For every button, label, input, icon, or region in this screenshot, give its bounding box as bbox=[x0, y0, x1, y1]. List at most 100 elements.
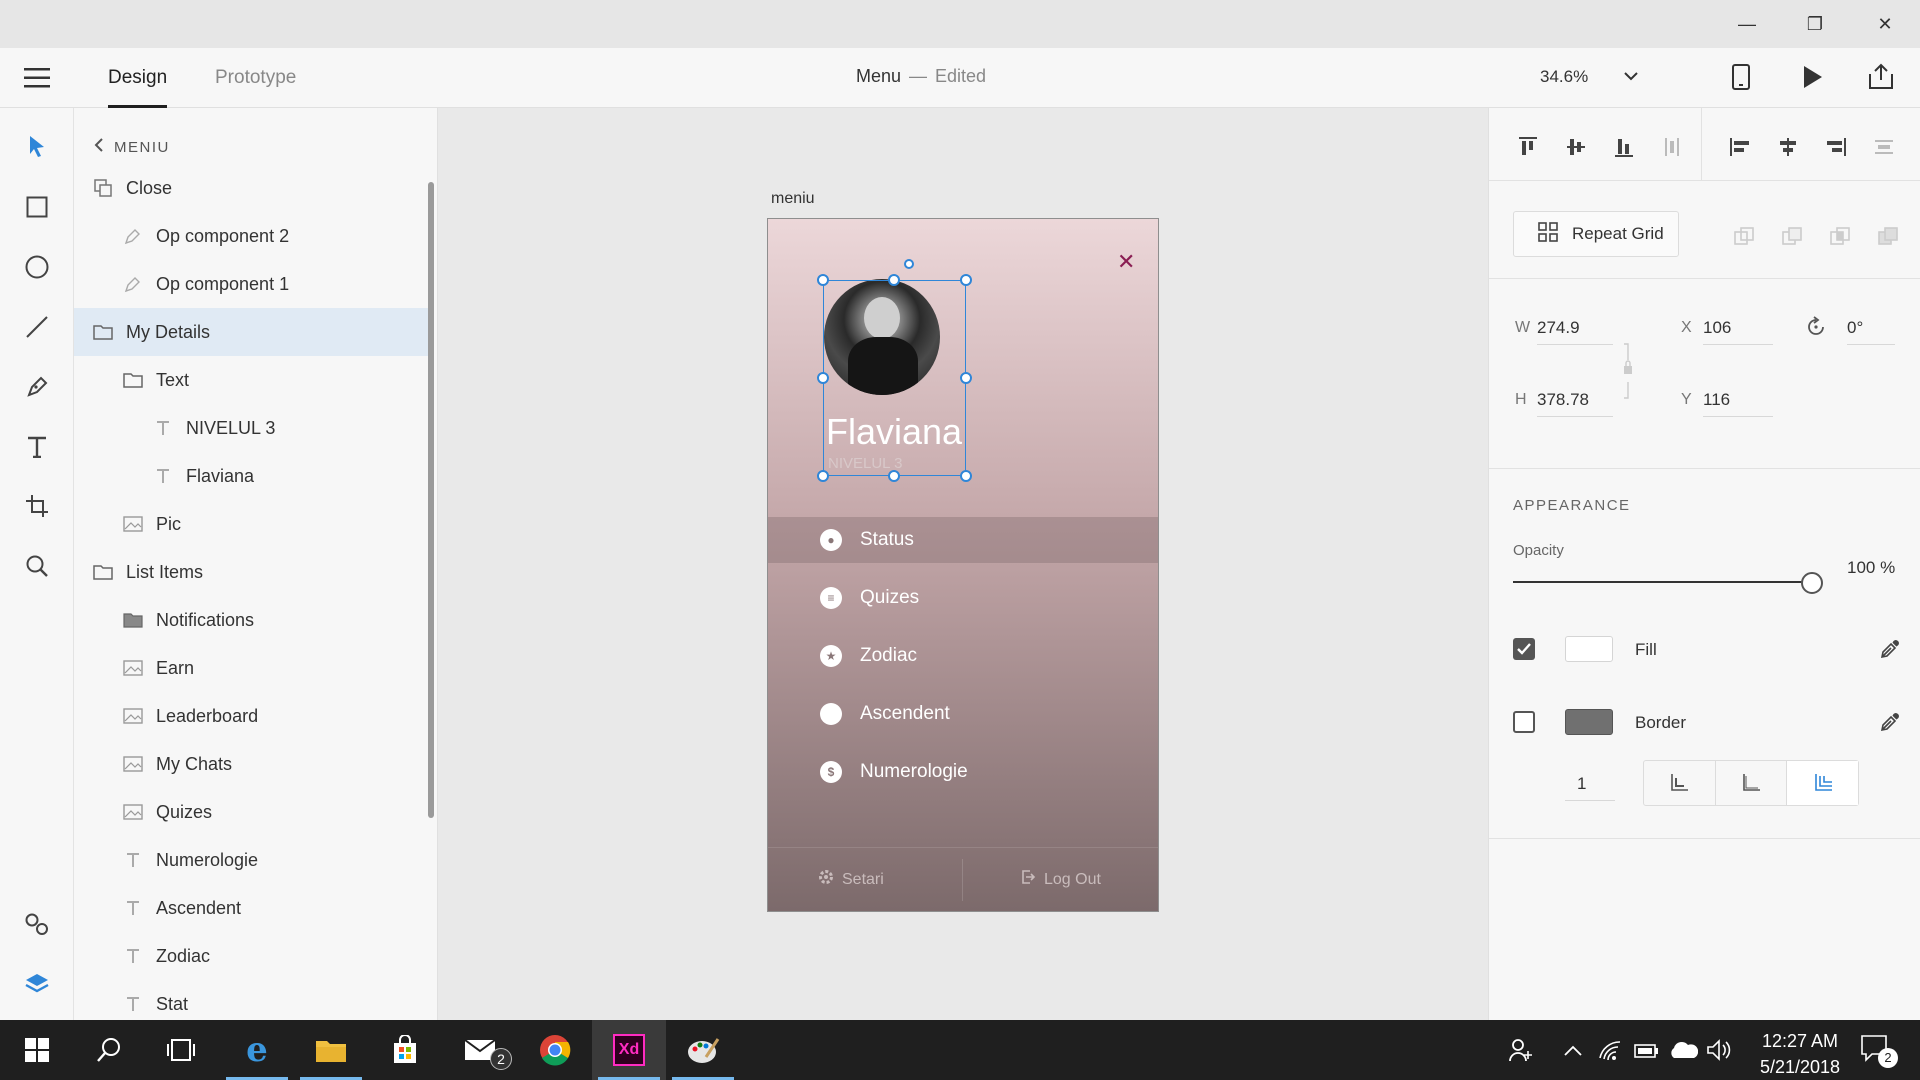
boolean-intersect-icon[interactable] bbox=[1823, 220, 1857, 254]
layer-item[interactable]: My Details bbox=[74, 308, 430, 356]
artboard-label[interactable]: meniu bbox=[771, 190, 815, 208]
battery-icon[interactable] bbox=[1634, 1042, 1660, 1065]
menu-item[interactable]: $ Numerologie bbox=[768, 749, 1158, 795]
layer-item[interactable]: Text bbox=[74, 356, 430, 404]
width-field[interactable]: 274.9 bbox=[1537, 318, 1613, 345]
search-icon[interactable] bbox=[72, 1020, 146, 1080]
align-bottom-icon[interactable] bbox=[1607, 130, 1641, 164]
border-color-swatch[interactable] bbox=[1565, 709, 1613, 735]
eyedropper-icon[interactable] bbox=[1879, 638, 1901, 665]
action-center-icon[interactable]: 2 bbox=[1860, 1034, 1898, 1068]
logout-button[interactable]: Log Out bbox=[1020, 869, 1101, 890]
layer-item[interactable]: Numerologie bbox=[74, 836, 430, 884]
layer-item[interactable]: Close bbox=[74, 164, 430, 212]
border-outer-icon[interactable] bbox=[1787, 761, 1859, 805]
clock[interactable]: 12:27 AM 5/21/2018 bbox=[1745, 1028, 1855, 1080]
select-tool-icon[interactable] bbox=[17, 126, 57, 166]
assets-icon[interactable] bbox=[17, 904, 57, 944]
layer-item[interactable]: My Chats bbox=[74, 740, 430, 788]
border-center-icon[interactable] bbox=[1716, 761, 1788, 805]
menu-item[interactable]: Ascendent bbox=[768, 691, 1158, 737]
opacity-slider-thumb[interactable] bbox=[1801, 572, 1823, 594]
maximize-button[interactable]: ❐ bbox=[1780, 0, 1850, 48]
tab-prototype[interactable]: Prototype bbox=[215, 48, 296, 108]
wifi-icon[interactable] bbox=[1598, 1038, 1622, 1067]
boolean-add-icon[interactable] bbox=[1727, 220, 1761, 254]
rectangle-tool-icon[interactable] bbox=[17, 187, 57, 227]
fill-checkbox[interactable] bbox=[1513, 638, 1535, 660]
boolean-subtract-icon[interactable] bbox=[1775, 220, 1809, 254]
store-icon[interactable] bbox=[368, 1020, 442, 1080]
resize-handle[interactable] bbox=[888, 470, 900, 482]
text-tool-icon[interactable] bbox=[17, 427, 57, 467]
tab-design[interactable]: Design bbox=[108, 48, 168, 108]
layer-item[interactable]: Notifications bbox=[74, 596, 430, 644]
resize-handle[interactable] bbox=[817, 274, 829, 286]
chrome-icon[interactable] bbox=[518, 1020, 592, 1080]
resize-handle[interactable] bbox=[888, 274, 900, 286]
layer-item[interactable]: Leaderboard bbox=[74, 692, 430, 740]
share-icon[interactable] bbox=[1868, 62, 1894, 95]
distribute-horizontal-icon[interactable] bbox=[1867, 130, 1901, 164]
edge-browser-icon[interactable]: e bbox=[220, 1020, 294, 1080]
file-explorer-icon[interactable] bbox=[294, 1020, 368, 1080]
border-inner-icon[interactable] bbox=[1644, 761, 1716, 805]
layers-back-button[interactable]: MENIU bbox=[94, 138, 170, 156]
rotate-handle[interactable] bbox=[904, 259, 914, 269]
layer-item[interactable]: Ascendent bbox=[74, 884, 430, 932]
menu-item[interactable]: ≡ Quizes bbox=[768, 575, 1158, 621]
device-preview-icon[interactable] bbox=[1732, 64, 1750, 95]
layer-item[interactable]: Flaviana bbox=[74, 452, 430, 500]
layer-item[interactable]: Op component 1 bbox=[74, 260, 430, 308]
opacity-value[interactable]: 100 % bbox=[1847, 558, 1899, 584]
align-top-icon[interactable] bbox=[1511, 130, 1545, 164]
align-right-icon[interactable] bbox=[1819, 130, 1853, 164]
border-width-field[interactable]: 1 bbox=[1565, 774, 1615, 801]
resize-handle[interactable] bbox=[817, 372, 829, 384]
layer-item[interactable]: Op component 2 bbox=[74, 212, 430, 260]
layer-item[interactable]: Quizes bbox=[74, 788, 430, 836]
layer-item[interactable]: Earn bbox=[74, 644, 430, 692]
repeat-grid-button[interactable]: Repeat Grid bbox=[1513, 211, 1679, 257]
align-middle-icon[interactable] bbox=[1559, 130, 1593, 164]
layer-item[interactable]: Zodiac bbox=[74, 932, 430, 980]
mail-icon[interactable]: 2 bbox=[444, 1020, 518, 1080]
layer-item[interactable]: NIVELUL 3 bbox=[74, 404, 430, 452]
zoom-tool-icon[interactable] bbox=[17, 546, 57, 586]
layer-item[interactable]: Pic bbox=[74, 500, 430, 548]
opacity-slider-track[interactable] bbox=[1513, 581, 1815, 583]
boolean-exclude-icon[interactable] bbox=[1871, 220, 1905, 254]
align-center-icon[interactable] bbox=[1771, 130, 1805, 164]
line-tool-icon[interactable] bbox=[17, 307, 57, 347]
align-left-icon[interactable] bbox=[1723, 130, 1757, 164]
artboard-meniu[interactable]: ✕ Flaviana NIVELUL 3 ● Status ≡ Quizes ★ Zodi… bbox=[767, 218, 1159, 912]
artboard-tool-icon[interactable] bbox=[17, 486, 57, 526]
zoom-dropdown[interactable]: 34.6% bbox=[1534, 58, 1644, 96]
settings-button[interactable]: Setari bbox=[818, 869, 884, 890]
windows-start-icon[interactable] bbox=[0, 1020, 74, 1080]
minimize-button[interactable]: — bbox=[1712, 0, 1782, 48]
resize-handle[interactable] bbox=[960, 470, 972, 482]
rotation-field[interactable]: 0° bbox=[1847, 318, 1895, 345]
close-button[interactable]: ✕ bbox=[1850, 0, 1920, 48]
layers-icon[interactable] bbox=[17, 964, 57, 1004]
chevron-up-icon[interactable] bbox=[1564, 1044, 1582, 1062]
resize-handle[interactable] bbox=[960, 372, 972, 384]
menu-item[interactable]: ● Status bbox=[768, 517, 1158, 563]
x-field[interactable]: 106 bbox=[1703, 318, 1773, 345]
pen-tool-icon[interactable] bbox=[17, 367, 57, 407]
close-x-icon[interactable]: ✕ bbox=[1117, 249, 1135, 275]
layer-item[interactable]: Stat bbox=[74, 980, 430, 1020]
ellipse-tool-icon[interactable] bbox=[17, 247, 57, 287]
border-checkbox[interactable] bbox=[1513, 711, 1535, 733]
distribute-vertical-icon[interactable] bbox=[1655, 130, 1689, 164]
y-field[interactable]: 116 bbox=[1703, 390, 1773, 417]
onedrive-icon[interactable] bbox=[1668, 1040, 1699, 1065]
resize-handle[interactable] bbox=[817, 470, 829, 482]
menu-item[interactable]: ★ Zodiac bbox=[768, 633, 1158, 679]
layer-item[interactable]: List Items bbox=[74, 548, 430, 596]
hamburger-menu-icon[interactable] bbox=[24, 66, 50, 90]
lock-aspect-icon[interactable] bbox=[1622, 340, 1632, 402]
task-view-icon[interactable] bbox=[144, 1020, 218, 1080]
adobe-xd-taskbar-icon[interactable]: Xd bbox=[592, 1020, 666, 1080]
